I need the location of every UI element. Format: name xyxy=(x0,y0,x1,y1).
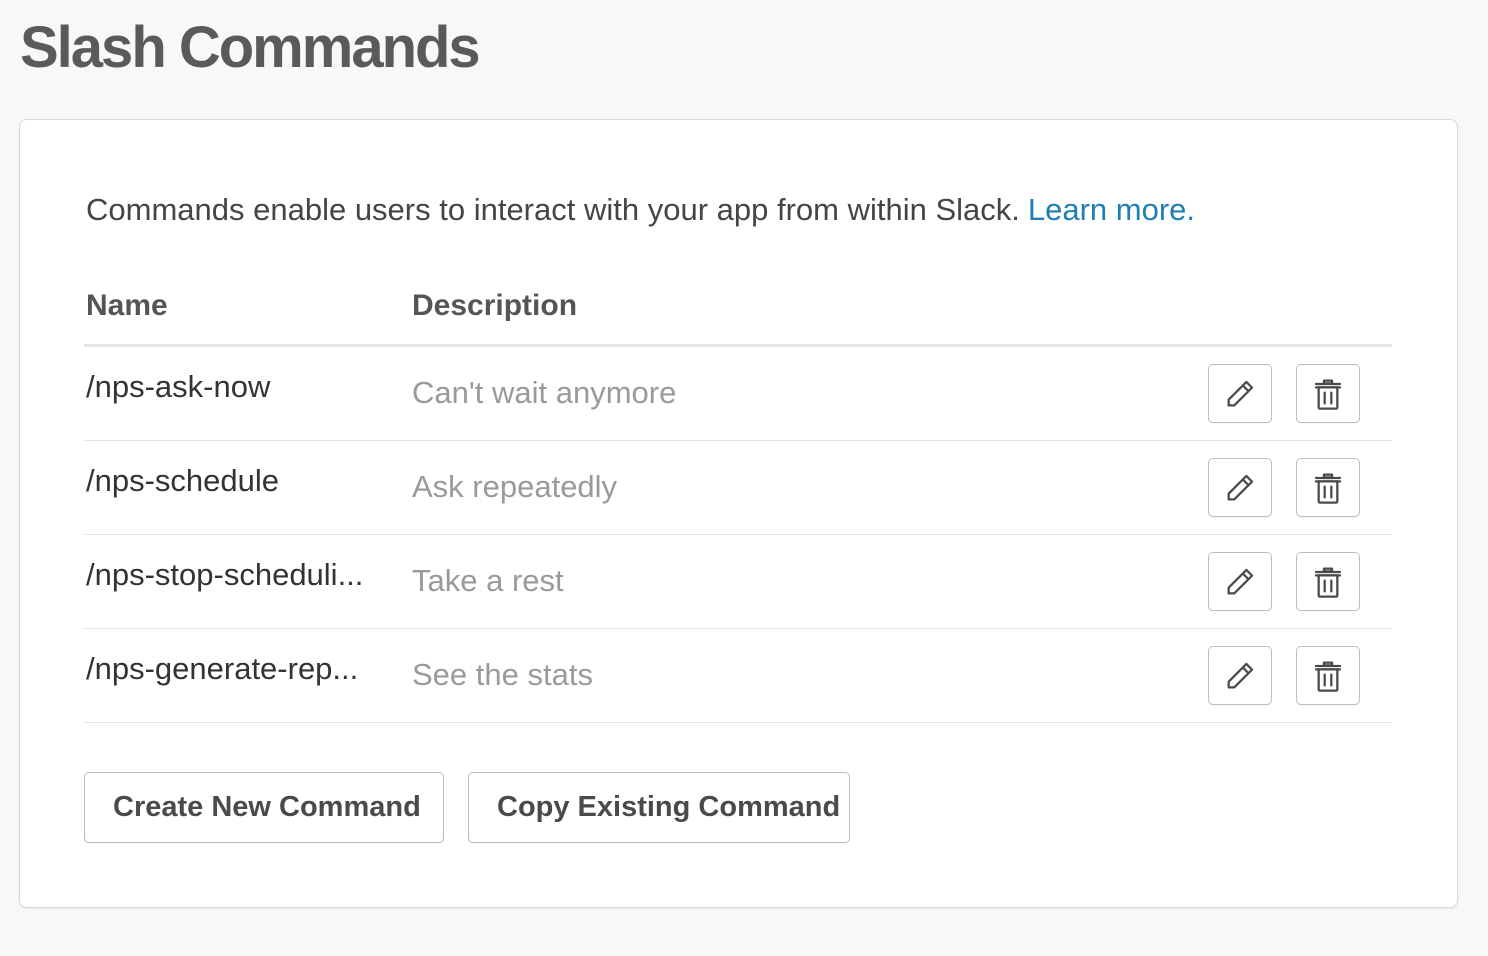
table-row: /nps-generate-rep... See the stats xyxy=(84,629,1392,723)
slash-commands-card: Commands enable users to interact with y… xyxy=(19,119,1458,908)
trash-icon xyxy=(1314,379,1342,410)
copy-existing-command-button[interactable]: Copy Existing Command xyxy=(468,772,850,843)
pencil-icon xyxy=(1227,662,1254,688)
command-name: /nps-generate-rep... xyxy=(86,651,359,686)
column-header-name: Name xyxy=(86,289,168,322)
table-row: /nps-ask-now Can't wait anymore xyxy=(84,347,1392,441)
edit-command-button[interactable] xyxy=(1208,552,1272,611)
edit-command-button[interactable] xyxy=(1208,646,1272,705)
pencil-icon xyxy=(1227,568,1254,594)
intro-description: Commands enable users to interact with y… xyxy=(86,192,1020,227)
edit-command-button[interactable] xyxy=(1208,364,1272,423)
trash-icon xyxy=(1314,567,1342,598)
table-row: /nps-schedule Ask repeatedly xyxy=(84,441,1392,535)
column-header-description: Description xyxy=(412,289,578,322)
table-row: /nps-stop-scheduli... Take a rest xyxy=(84,535,1392,629)
trash-icon xyxy=(1314,661,1342,692)
intro-text: Commands enable users to interact with y… xyxy=(86,190,1195,230)
command-name: /nps-ask-now xyxy=(86,369,271,404)
command-actions: Create New Command Copy Existing Command xyxy=(84,772,850,843)
pencil-icon xyxy=(1227,380,1254,406)
delete-command-button[interactable] xyxy=(1296,646,1360,705)
trash-icon xyxy=(1314,473,1342,504)
command-description: Can't wait anymore xyxy=(412,375,677,410)
delete-command-button[interactable] xyxy=(1296,458,1360,517)
learn-more-link[interactable]: Learn more. xyxy=(1028,192,1195,227)
create-new-command-button[interactable]: Create New Command xyxy=(84,772,444,843)
command-description: See the stats xyxy=(412,657,593,692)
command-description: Ask repeatedly xyxy=(412,469,618,504)
command-name: /nps-stop-scheduli... xyxy=(86,557,364,592)
commands-table: Name Description /nps-ask-now Can't wait… xyxy=(84,270,1392,723)
delete-command-button[interactable] xyxy=(1296,552,1360,611)
page-title: Slash Commands xyxy=(20,15,481,80)
command-description: Take a rest xyxy=(412,563,564,598)
pencil-icon xyxy=(1227,474,1254,500)
edit-command-button[interactable] xyxy=(1208,458,1272,517)
table-header: Name Description xyxy=(84,270,1392,347)
delete-command-button[interactable] xyxy=(1296,364,1360,423)
command-name: /nps-schedule xyxy=(86,463,280,498)
